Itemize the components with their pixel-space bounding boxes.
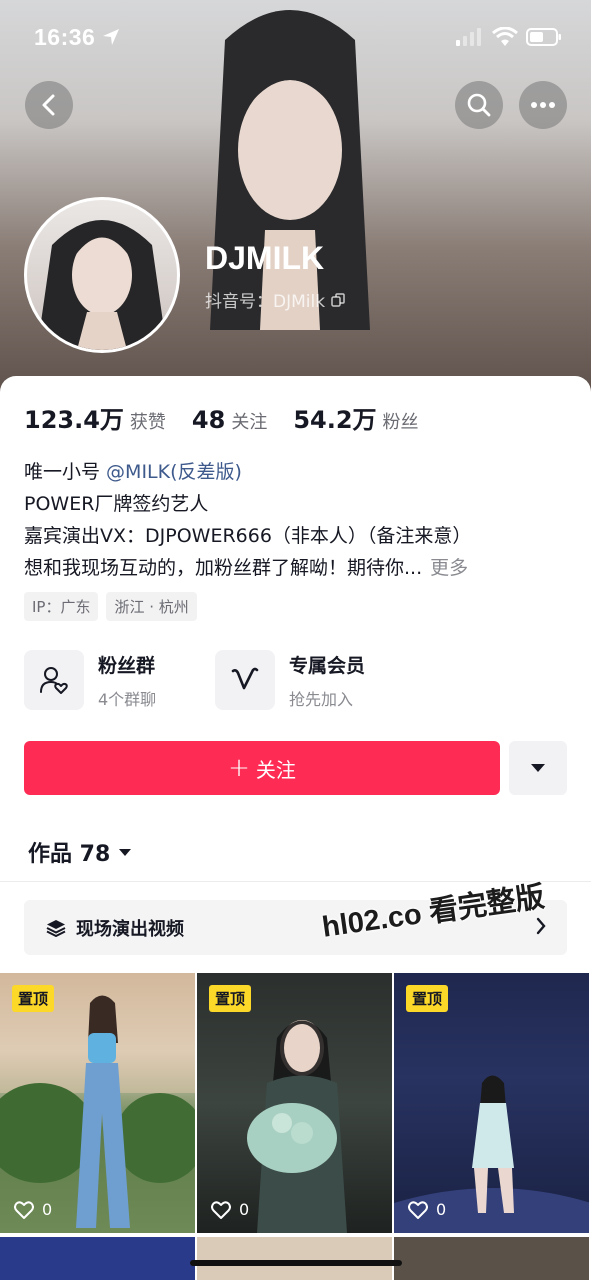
wifi-icon (492, 27, 518, 46)
membership-v-icon (231, 667, 259, 690)
caret-down-icon (119, 848, 132, 856)
city-tag[interactable]: 浙江 · 杭州 (106, 592, 197, 621)
home-indicator[interactable] (190, 1260, 402, 1266)
cellular-signal-icon (456, 28, 481, 46)
search-icon (467, 93, 491, 117)
stat-following[interactable]: 48 关注 (192, 406, 267, 434)
follow-button-label: 关注 (255, 757, 296, 782)
chevron-left-icon (42, 94, 55, 116)
stat-number: 54.2万 (293, 406, 377, 434)
like-count-text: 0 (239, 1200, 250, 1219)
video-thumbnail[interactable] (394, 1237, 589, 1280)
more-dots-icon (531, 102, 555, 108)
bio-line-4: 想和我现场互动的，加粉丝群了解呦！期待你... 更多 (24, 552, 569, 584)
copy-icon[interactable] (331, 292, 345, 307)
bio-text: 想和我现场互动的，加粉丝群了解呦！期待你... (24, 557, 423, 579)
like-count-text: 0 (42, 1200, 53, 1219)
search-button[interactable] (455, 81, 503, 129)
bio-line-1: 唯一小号 @MILK(反差版) (24, 456, 569, 488)
like-count: 0 (211, 1200, 249, 1219)
stat-number: 48 (191, 406, 226, 434)
douyin-id[interactable]: 抖音号：DJMilk (205, 287, 345, 312)
battery-icon (526, 28, 561, 46)
feature-title: 专属会员 (289, 654, 366, 677)
pinned-badge: 置顶 (209, 985, 252, 1012)
profile-cover: 16:36 DJMILK 抖音号：DJMilk (0, 0, 591, 400)
fan-group-icon (40, 667, 68, 694)
pinned-badge: 置顶 (406, 985, 449, 1012)
pinned-badge: 置顶 (12, 985, 55, 1012)
fan-group-entry[interactable]: 粉丝群 4个群聊 (24, 650, 156, 710)
video-thumbnail-image (247, 1020, 347, 1233)
layers-icon (46, 919, 66, 937)
stat-label: 粉丝 (382, 412, 419, 433)
ip-location-tag: IP：广东 (24, 592, 99, 621)
status-time: 16:36 (34, 24, 96, 50)
video-thumbnail[interactable] (197, 1237, 392, 1280)
video-thumbnail[interactable]: 置顶 0 (197, 973, 392, 1233)
profile-username: DJMILK (205, 240, 325, 276)
heart-outline-icon (408, 1200, 428, 1219)
feature-subtitle: 4个群聊 (98, 689, 157, 709)
bio-more-link[interactable]: 更多 (430, 557, 468, 579)
profile-sheet: 123.4万 获赞 48 关注 54.2万 粉丝 唯一小号 @MILK(反差版)… (0, 376, 591, 1280)
caret-down-icon (531, 764, 545, 772)
stat-followers[interactable]: 54.2万 粉丝 (293, 400, 418, 435)
profile-tags: IP：广东 浙江 · 杭州 (24, 592, 197, 621)
bio-line-2: POWER厂牌签约艺人 (24, 493, 209, 515)
video-thumbnail[interactable]: 置顶 0 (0, 973, 195, 1233)
like-count: 0 (14, 1200, 52, 1219)
like-count-text: 0 (436, 1200, 447, 1219)
stat-likes[interactable]: 123.4万 获赞 (24, 400, 166, 435)
profile-bio: 唯一小号 @MILK(反差版) POWER厂牌签约艺人 嘉宾演出VX：DJPOW… (24, 456, 569, 584)
stat-number: 123.4万 (24, 406, 124, 434)
chevron-right-icon (536, 917, 546, 935)
back-button[interactable] (25, 81, 73, 129)
heart-outline-icon (211, 1200, 231, 1219)
plus-icon: + (228, 753, 250, 783)
membership-entry[interactable]: 专属会员 抢先加入 (215, 650, 365, 710)
heart-outline-icon (14, 1200, 34, 1219)
video-thumbnail-image (394, 973, 589, 1233)
follow-button[interactable]: + 关注 (24, 741, 500, 795)
bio-text: 唯一小号 (24, 461, 107, 483)
douyin-id-text: 抖音号：DJMilk (205, 292, 326, 312)
profile-stats: 123.4万 获赞 48 关注 54.2万 粉丝 (24, 400, 445, 435)
stat-label: 关注 (231, 412, 268, 433)
location-arrow-icon (103, 29, 119, 45)
collection-label: 现场演出视频 (76, 918, 184, 940)
status-bar: 16:36 (0, 0, 591, 76)
video-thumbnail[interactable]: 置顶 0 (394, 973, 589, 1233)
works-tab-label: 作品 78 (28, 842, 111, 867)
stat-label: 获赞 (129, 412, 166, 433)
video-thumbnail[interactable] (0, 1237, 195, 1280)
more-options-button[interactable] (519, 81, 567, 129)
video-thumbnail-image (0, 973, 195, 1228)
feature-title: 粉丝群 (98, 654, 156, 677)
feature-subtitle: 抢先加入 (289, 689, 354, 709)
tab-works[interactable]: 作品 78 (28, 836, 132, 868)
avatar[interactable] (24, 197, 180, 353)
like-count: 0 (408, 1200, 446, 1219)
bio-line-3: 嘉宾演出VX：DJPOWER666（非本人）（备注来意） (24, 525, 472, 547)
recommend-dropdown-button[interactable] (509, 741, 567, 795)
avatar-portrait-image (37, 220, 167, 350)
bio-mention-link[interactable]: @MILK(反差版) (106, 461, 242, 483)
